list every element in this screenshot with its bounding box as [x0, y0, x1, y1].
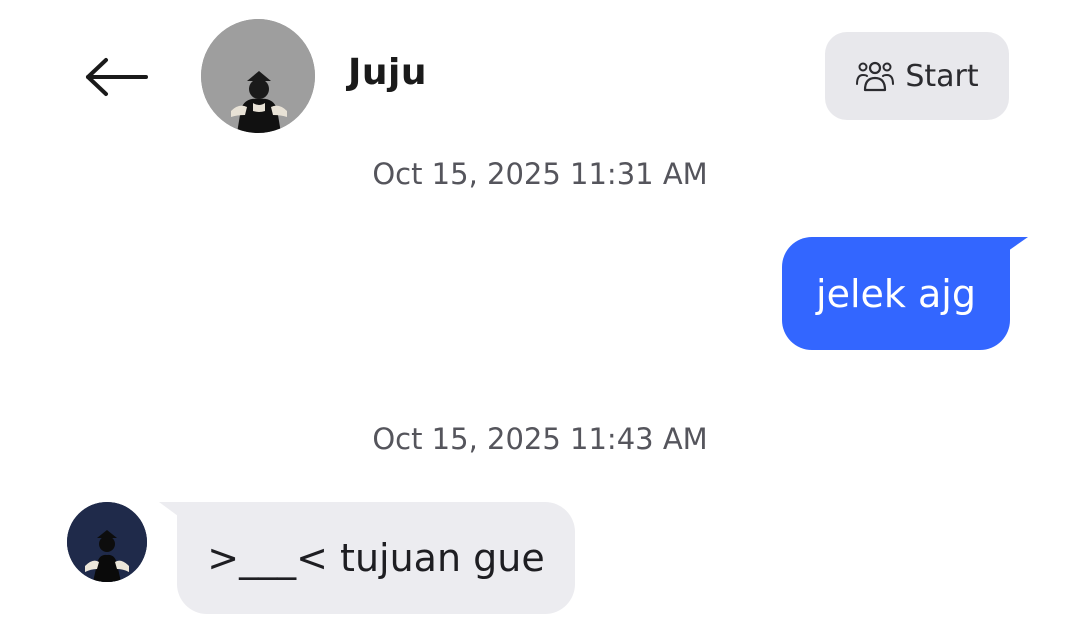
outgoing-message-bubble[interactable]: jelek ajg [782, 237, 1010, 350]
avatar-figure-image [201, 19, 315, 133]
group-icon [856, 61, 895, 92]
contact-avatar[interactable] [201, 19, 315, 133]
message-text: >___< tujuan gue [207, 536, 545, 580]
avatar-figure-image [67, 502, 147, 582]
back-button[interactable] [74, 44, 160, 110]
message-text: jelek ajg [816, 271, 976, 316]
message-timestamp: Oct 15, 2025 11:31 AM [372, 157, 708, 191]
incoming-message-bubble[interactable]: >___< tujuan gue [177, 502, 575, 614]
sender-avatar[interactable] [67, 502, 147, 582]
start-button[interactable]: Start [825, 32, 1009, 120]
chat-screen: Juju Start Oct 15, 2025 11:31 AM jelek a… [0, 0, 1080, 641]
message-timestamp: Oct 15, 2025 11:43 AM [372, 422, 708, 456]
start-button-label: Start [905, 58, 979, 94]
contact-name[interactable]: Juju [348, 52, 427, 93]
arrow-left-icon [86, 58, 148, 96]
incoming-bubble-tail [159, 502, 178, 516]
outgoing-bubble-tail [1008, 237, 1028, 251]
